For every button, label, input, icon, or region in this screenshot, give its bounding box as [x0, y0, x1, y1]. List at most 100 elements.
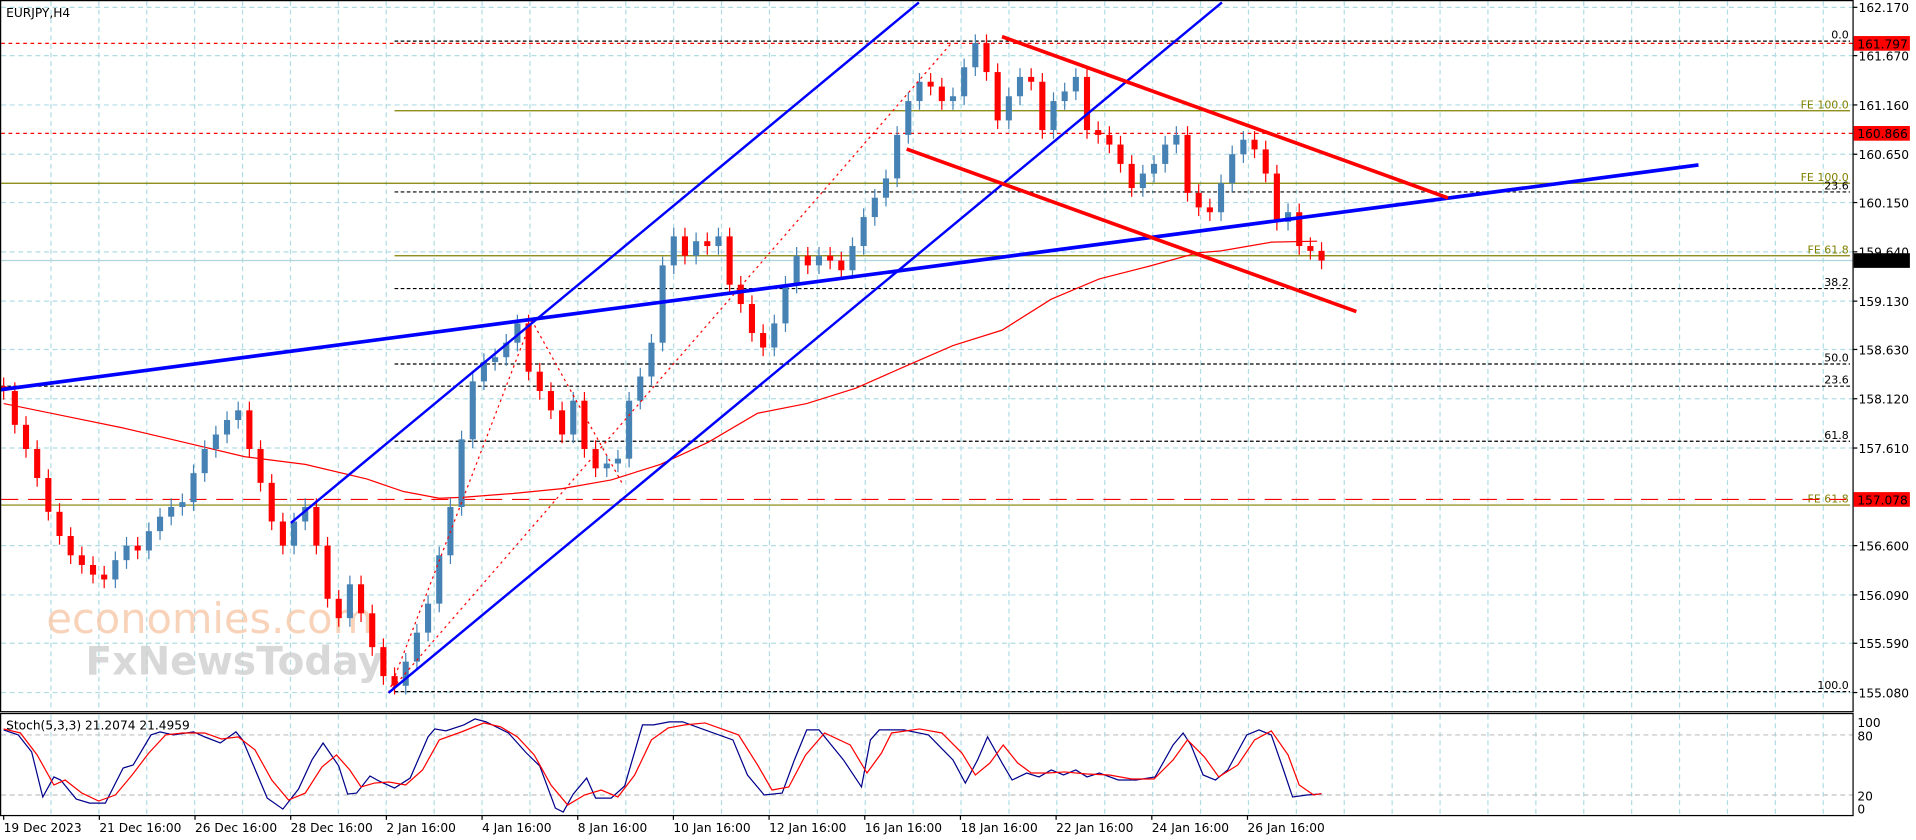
price-tick-label: 158.120	[1859, 393, 1909, 407]
candle-bearish	[525, 323, 532, 372]
candle-bullish	[793, 255, 800, 285]
time-tick-label: 2 Jan 16:00	[386, 821, 456, 835]
candle-bearish	[78, 555, 85, 565]
price-tick-label: 160.150	[1859, 196, 1909, 210]
candle-bullish	[235, 410, 242, 421]
candle-bearish	[67, 535, 74, 556]
candle-bearish	[681, 236, 689, 256]
level-label: FE 61.8	[1808, 243, 1849, 256]
candle-bullish	[715, 236, 722, 247]
candle-bearish	[335, 598, 342, 619]
candle-bullish	[815, 255, 823, 266]
candle-bullish	[436, 555, 443, 604]
candle-bearish	[581, 400, 588, 450]
stochastic-tick-label: 20	[1857, 789, 1873, 803]
candle-bearish	[257, 449, 264, 483]
candle-bearish	[994, 72, 1001, 121]
candle-bearish	[838, 260, 845, 271]
candle-bearish	[358, 584, 365, 614]
candle-bearish	[1028, 76, 1035, 82]
candle-bullish	[1229, 154, 1236, 184]
candle-bearish	[34, 449, 41, 478]
candle-bearish	[1273, 173, 1280, 222]
candle-bearish	[1318, 250, 1325, 261]
stochastic-tick-label: 0	[1857, 803, 1865, 817]
price-tick-label: 156.600	[1859, 540, 1909, 554]
candle-bearish	[1262, 149, 1269, 174]
level-label: 38.2	[1824, 276, 1848, 289]
watermark: economies.com FxNewsToday	[46, 594, 383, 685]
price-tag-160.866: 160.866	[1857, 127, 1907, 141]
candle-bullish	[123, 545, 130, 561]
candle-bearish	[1083, 76, 1091, 131]
stochastic-tick-label: 80	[1857, 729, 1873, 743]
candle-bullish	[771, 323, 778, 348]
candle-bullish	[614, 458, 621, 464]
candle-bearish	[559, 410, 566, 435]
candle-bullish	[871, 197, 878, 218]
candle-bullish	[290, 521, 298, 546]
candle-bearish	[56, 511, 63, 536]
candle-bearish	[748, 304, 756, 334]
candle-bearish	[1106, 134, 1113, 145]
candle-bullish	[1072, 76, 1079, 92]
candle-bearish	[760, 333, 767, 348]
level-label: 23.6	[1824, 179, 1848, 192]
candle-bearish	[1184, 134, 1191, 193]
candle-bullish	[693, 241, 700, 256]
time-tick-label: 19 Dec 2023	[4, 821, 82, 835]
time-tick-label: 12 Jan 16:00	[769, 821, 846, 835]
candle-bearish	[704, 241, 711, 247]
time-tick-label: 24 Jan 16:00	[1152, 821, 1229, 835]
price-tick-label: 158.630	[1859, 343, 1909, 357]
symbol-title: EURJPY,H4	[6, 6, 70, 20]
candle-bearish	[246, 410, 253, 450]
candle-bullish	[603, 463, 610, 469]
time-tick-label: 21 Dec 16:00	[99, 821, 181, 835]
candle-bullish	[949, 96, 957, 102]
price-tag-159.550: 159.550	[1857, 254, 1907, 268]
candle-bullish	[168, 506, 175, 517]
level-label: 23.6	[1824, 374, 1848, 387]
candle-bullish	[190, 473, 197, 503]
candle-bearish	[380, 647, 387, 677]
candle-bearish	[1195, 192, 1202, 208]
candle-bullish	[637, 376, 644, 401]
candle-bearish	[927, 81, 934, 87]
candle-bearish	[547, 391, 554, 411]
time-tick-label: 26 Dec 16:00	[195, 821, 277, 835]
candle-bearish	[827, 255, 834, 261]
candle-bearish	[391, 676, 398, 686]
eurjpy-h4-chart[interactable]: 0.0FE 100.0FE 100.023.6FE 61.838.250.023…	[0, 0, 1916, 840]
time-tick-label: 22 Jan 16:00	[1056, 821, 1133, 835]
time-tick-label: 10 Jan 16:00	[673, 821, 750, 835]
candle-bullish	[346, 584, 353, 619]
level-label: FE 100.0	[1801, 98, 1849, 111]
candle-bearish	[983, 43, 990, 73]
stochastic-label: Stoch(5,3,3) 21.2074 21.4959	[6, 718, 190, 732]
candle-bullish	[1217, 183, 1225, 213]
candle-bullish	[1016, 76, 1024, 97]
candle-bullish	[1061, 91, 1068, 102]
price-tick-label: 157.610	[1859, 442, 1909, 456]
candle-bullish	[1050, 101, 1057, 131]
price-tick-label: 155.080	[1859, 686, 1909, 700]
time-tick-label: 28 Dec 16:00	[291, 821, 373, 835]
price-tick-label: 159.130	[1859, 295, 1909, 309]
candle-bearish	[1039, 81, 1046, 131]
time-tick-label: 16 Jan 16:00	[865, 821, 942, 835]
candle-bearish	[938, 86, 945, 102]
candle-bearish	[1251, 139, 1258, 150]
candle-bullish	[112, 560, 119, 580]
candle-bullish	[1240, 139, 1247, 155]
candle-bullish	[425, 603, 432, 633]
candle-bullish	[1162, 144, 1169, 164]
candle-bearish	[324, 545, 331, 599]
candle-bullish	[626, 400, 633, 459]
candle-bearish	[369, 613, 376, 648]
candle-bullish	[212, 434, 219, 450]
candle-bearish	[1307, 246, 1314, 251]
candle-bullish	[492, 357, 499, 363]
candle-bullish	[1005, 96, 1012, 121]
price-tick-label: 156.090	[1859, 589, 1909, 603]
